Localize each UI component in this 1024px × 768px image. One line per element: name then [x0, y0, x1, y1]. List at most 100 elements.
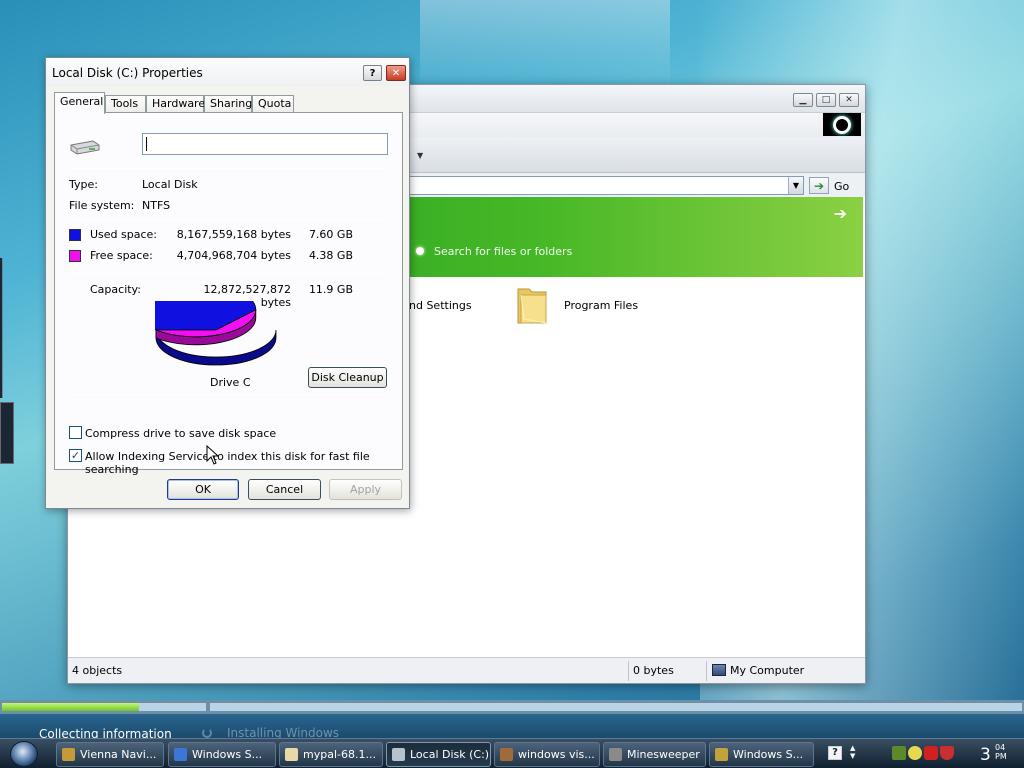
tray-expand-icon[interactable]: ▲ ▼ — [850, 744, 855, 760]
app-icon — [392, 748, 405, 761]
status-separator — [706, 661, 707, 681]
system-tray: ? ▲ ▼ 3 04 PM — [820, 742, 1024, 767]
start-orb-icon[interactable] — [10, 741, 38, 767]
taskbar-button[interactable]: Minesweeper — [603, 742, 706, 767]
collecting-progress — [2, 703, 206, 711]
used-space-gb: 7.60 GB — [308, 228, 353, 241]
security-check-icon[interactable] — [892, 746, 906, 760]
taskbar-button[interactable]: Vienna Navi... — [56, 742, 164, 767]
filesystem-label: File system: — [69, 199, 135, 212]
drive-name-input[interactable] — [142, 133, 388, 155]
go-arrow-icon[interactable]: ➔ — [809, 177, 829, 194]
setup-spinner-icon — [202, 728, 212, 738]
tab-quota[interactable]: Quota — [252, 95, 294, 113]
dialog-title: Local Disk (C:) Properties — [52, 66, 203, 80]
free-space-bytes: 4,704,968,704 bytes — [176, 249, 291, 262]
setup-progress-bar — [0, 700, 1024, 714]
app-icon — [62, 748, 75, 761]
taskbar-button[interactable]: Windows S... — [709, 742, 814, 767]
app-icon — [500, 748, 513, 761]
divider — [69, 394, 387, 395]
taskbar-button[interactable]: windows vis... — [494, 742, 600, 767]
properties-dialog[interactable]: Local Disk (C:) Properties ? ✕ General T… — [45, 57, 410, 509]
tab-hardware[interactable]: Hardware — [146, 95, 205, 113]
taskbar-button-label: Vienna Navi... — [80, 748, 157, 761]
filesystem-value: NTFS — [142, 199, 171, 212]
capacity-label: Capacity: — [90, 283, 141, 296]
free-space-gb: 4.38 GB — [308, 249, 353, 262]
apply-button[interactable]: Apply — [329, 479, 402, 500]
app-icon — [285, 748, 298, 761]
taskbar-button-label: Windows S... — [733, 748, 804, 761]
clock-minutes[interactable]: 04 PM — [995, 743, 1007, 761]
clock-hour[interactable]: 3 — [980, 745, 991, 765]
divider — [69, 219, 387, 220]
drive-label: Drive C — [210, 376, 251, 389]
security-shield-icon[interactable] — [940, 746, 954, 760]
offscreen-window-edge-lower — [0, 402, 14, 464]
taskbar-button-label: Local Disk (C:) — [410, 748, 490, 761]
list-item-program-files[interactable]: Program Files — [564, 299, 638, 312]
forward-arrow-icon[interactable]: ➔ — [834, 204, 847, 223]
first-aid-icon[interactable] — [924, 746, 938, 760]
minimize-button[interactable]: ▁ — [793, 93, 813, 107]
free-space-swatch — [69, 250, 81, 262]
used-space-bytes: 8,167,559,168 bytes — [176, 228, 291, 241]
installing-progress — [210, 703, 1022, 711]
status-size: 0 bytes — [633, 664, 674, 677]
used-space-label: Used space: — [90, 228, 158, 241]
search-files-link[interactable]: Search for files or folders — [434, 245, 572, 258]
folder-icon[interactable] — [515, 283, 549, 327]
windows-throbber-logo — [823, 113, 861, 136]
maximize-button[interactable]: □ — [816, 93, 836, 107]
close-button[interactable]: ✕ — [839, 93, 859, 107]
list-item-documents-settings[interactable]: nd Settings — [409, 299, 472, 312]
app-icon — [174, 748, 187, 761]
tab-tools[interactable]: Tools — [105, 95, 146, 113]
dialog-titlebar[interactable]: Local Disk (C:) Properties ? ✕ — [46, 58, 409, 86]
taskbar-button-label: Minesweeper — [627, 748, 700, 761]
indexing-checkbox[interactable]: ✓ — [69, 449, 82, 462]
general-tab-panel: Type: Local Disk File system: NTFS Used … — [54, 112, 403, 476]
status-object-count: 4 objects — [72, 664, 123, 677]
close-button[interactable]: ✕ — [386, 65, 406, 81]
address-dropdown-icon[interactable]: ▼ — [788, 177, 803, 194]
wallpaper-glow — [420, 0, 670, 90]
app-icon — [715, 748, 728, 761]
tab-sharing[interactable]: Sharing — [204, 95, 252, 113]
cancel-button[interactable]: Cancel — [248, 479, 321, 500]
compress-checkbox[interactable] — [69, 426, 82, 439]
status-location: My Computer — [708, 658, 804, 684]
divider — [69, 273, 387, 274]
go-button-label[interactable]: Go — [834, 180, 849, 193]
taskbar-button-label: Windows S... — [192, 748, 263, 761]
taskbar-button[interactable]: mypal-68.1... — [279, 742, 383, 767]
clock-ampm: PM — [995, 752, 1007, 761]
ok-button[interactable]: OK — [167, 479, 239, 500]
help-button[interactable]: ? — [363, 65, 382, 81]
taskbar-button-label: windows vis... — [518, 748, 595, 761]
mouse-cursor-icon — [206, 445, 220, 465]
search-icon — [416, 247, 424, 255]
clock-minutes-value: 04 — [995, 743, 1006, 752]
type-value: Local Disk — [142, 178, 198, 191]
compress-label[interactable]: Compress drive to save disk space — [85, 427, 276, 440]
taskbar-button[interactable]: Windows S... — [168, 742, 276, 767]
taskbar-button-label: mypal-68.1... — [303, 748, 376, 761]
taskbar-button[interactable]: Local Disk (C:) — [386, 742, 491, 767]
tab-general[interactable]: General — [54, 92, 105, 114]
help-icon[interactable]: ? — [828, 746, 842, 760]
disk-usage-pie-chart — [155, 301, 277, 366]
taskbar: Vienna Navi... Windows S... mypal-68.1... L… — [0, 738, 1024, 768]
views-dropdown-icon[interactable]: ▼ — [417, 151, 423, 160]
free-space-label: Free space: — [90, 249, 153, 262]
disk-cleanup-button[interactable]: Disk Cleanup — [308, 367, 387, 388]
status-bar: 4 objects 0 bytes My Computer — [68, 657, 865, 683]
hard-drive-icon — [70, 140, 100, 155]
status-location-label: My Computer — [730, 664, 805, 677]
type-label: Type: — [69, 178, 98, 191]
explorer-window-controls: ▁ □ ✕ — [793, 93, 859, 107]
indexing-label[interactable]: Allow Indexing Service to index this dis… — [85, 450, 402, 476]
status-smiley-icon[interactable] — [908, 746, 922, 760]
offscreen-window-edge — [0, 258, 3, 398]
